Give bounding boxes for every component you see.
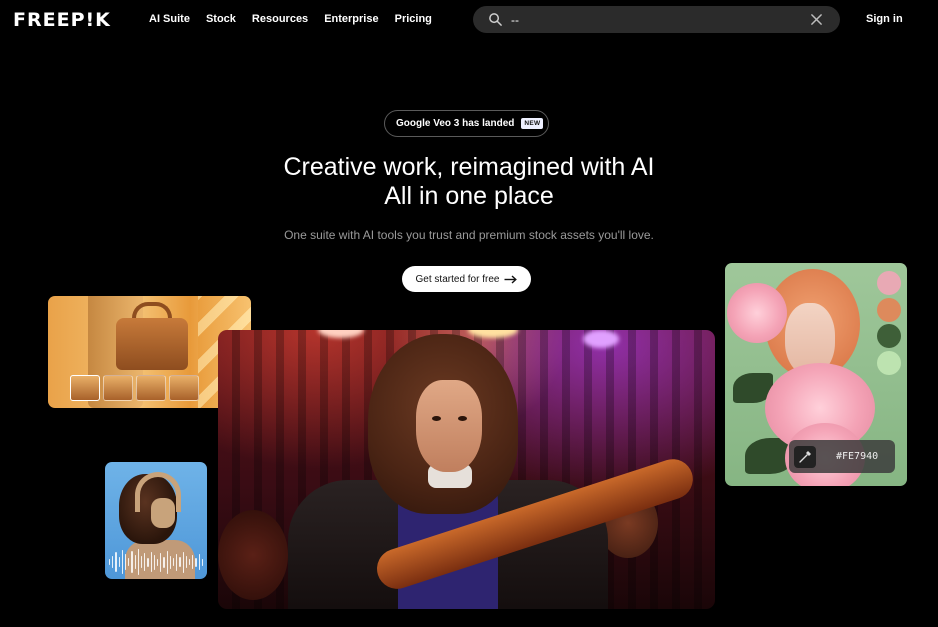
audio-card[interactable]	[105, 462, 207, 579]
waveform-bar	[150, 552, 152, 572]
nav-item-ai-suite[interactable]: AI Suite	[149, 12, 190, 26]
flower-shape	[727, 283, 787, 343]
get-started-button[interactable]: Get started for free	[402, 266, 531, 292]
waveform-bar	[176, 553, 178, 571]
waveform-bar	[189, 559, 191, 565]
hero-title-line1: Creative work, reimagined with AI	[283, 153, 655, 181]
waveform-bar	[160, 552, 162, 572]
eye-shape	[458, 416, 467, 421]
freepik-logo[interactable]: FREEP!K	[13, 10, 111, 30]
waveform-bar	[201, 558, 204, 566]
variation-thumb[interactable]	[70, 375, 100, 401]
color-hex-value: #FE7940	[836, 451, 879, 462]
search-bar[interactable]	[473, 6, 840, 33]
stage-light	[583, 330, 619, 348]
waveform-bar	[169, 555, 172, 569]
color-swatch[interactable]	[877, 298, 901, 322]
waveform-bar	[141, 556, 143, 568]
waveform-bar	[166, 550, 168, 574]
nav-item-resources[interactable]: Resources	[252, 12, 308, 26]
nav-item-pricing[interactable]: Pricing	[395, 12, 432, 26]
hero-title-line2: All in one place	[384, 182, 554, 210]
waveform-bar	[185, 556, 188, 568]
color-palette-card[interactable]: #FE7940	[725, 263, 907, 486]
announcement-text: Google Veo 3 has landed	[396, 118, 515, 129]
nav-item-stock[interactable]: Stock	[206, 12, 236, 26]
waveform-bar	[147, 557, 149, 567]
waveform-bar	[153, 554, 156, 570]
search-input[interactable]	[511, 11, 791, 28]
hero-subtitle: One suite with AI tools you trust and pr…	[284, 228, 654, 242]
handbag-shape	[116, 318, 188, 370]
eye-shape	[432, 416, 441, 421]
waveform-bar	[192, 555, 194, 569]
arrow-right-icon	[504, 274, 518, 284]
variation-thumb[interactable]	[136, 375, 166, 401]
color-swatch[interactable]	[877, 324, 901, 348]
waveform-bar	[179, 557, 181, 567]
color-picker-chip[interactable]: #FE7940	[789, 440, 895, 473]
get-started-label: Get started for free	[415, 273, 500, 285]
waveform-bar	[131, 551, 133, 573]
new-badge: NEW	[521, 118, 544, 129]
nav-item-enterprise[interactable]: Enterprise	[324, 12, 378, 26]
waveform-bar	[198, 554, 200, 570]
eyedropper-icon[interactable]	[794, 445, 816, 468]
background-musician-shape	[218, 510, 288, 600]
waveform-bar	[157, 558, 159, 566]
waveform-bar	[121, 550, 124, 574]
headphone-icon	[151, 498, 175, 528]
waveform-bar	[109, 559, 111, 565]
waveform-bar	[173, 558, 175, 566]
color-swatch[interactable]	[877, 271, 901, 295]
color-swatch[interactable]	[877, 351, 901, 375]
character-face-shape	[416, 380, 482, 472]
waveform-bar	[137, 549, 140, 575]
variation-thumbnails	[70, 375, 199, 401]
main-nav: AI Suite Stock Resources Enterprise Pric…	[149, 12, 432, 26]
waveform-bar	[182, 551, 184, 573]
waveform-bar	[125, 554, 127, 570]
waveform-bar	[118, 557, 120, 567]
waveform-bar	[128, 558, 130, 566]
announcement-pill[interactable]: Google Veo 3 has landed NEW	[384, 110, 549, 137]
variation-thumb[interactable]	[169, 375, 199, 401]
close-icon[interactable]	[810, 13, 823, 26]
waveform-bar	[134, 555, 136, 569]
waveform-bar	[144, 553, 146, 571]
waveform-bar	[195, 557, 197, 567]
variation-thumb[interactable]	[103, 375, 133, 401]
waveform-bar	[112, 556, 114, 568]
waveform-bar	[163, 556, 165, 568]
audio-waveform	[109, 548, 204, 576]
sign-in-link[interactable]: Sign in	[866, 12, 903, 26]
page: FREEP!K AI Suite Stock Resources Enterpr…	[0, 0, 938, 627]
waveform-bar	[115, 552, 117, 572]
search-icon[interactable]	[488, 12, 503, 27]
featured-video-card[interactable]	[218, 330, 715, 609]
